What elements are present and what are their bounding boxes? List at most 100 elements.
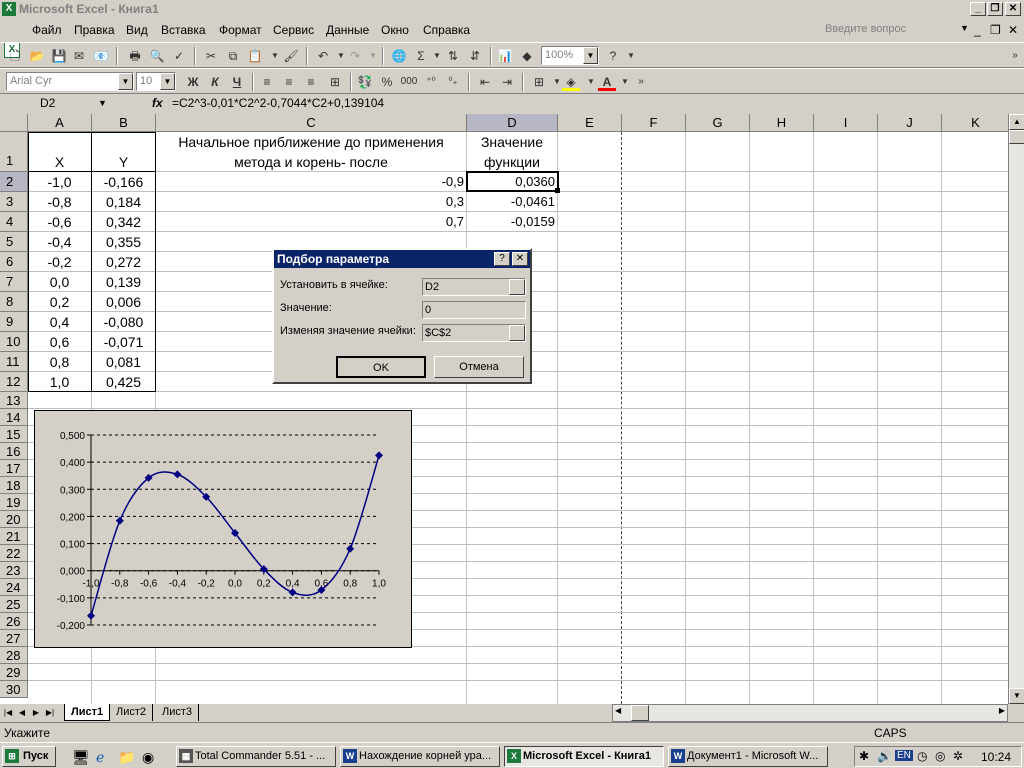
- ok-button[interactable]: OK: [336, 356, 426, 378]
- active-cell-d2[interactable]: [466, 171, 559, 192]
- doc-minimize-icon[interactable]: _: [974, 23, 981, 37]
- d-value[interactable]: -0,0159: [467, 212, 555, 232]
- help-icon[interactable]: ?: [604, 47, 622, 65]
- last-sheet-icon[interactable]: ▶|: [44, 706, 56, 720]
- media-icon[interactable]: ◉: [142, 749, 154, 766]
- scroll-thumb[interactable]: [1009, 130, 1024, 144]
- col-header-c[interactable]: C: [156, 114, 467, 132]
- task-word-doc1[interactable]: W Документ1 - Microsoft W...: [668, 746, 828, 767]
- bold-button[interactable]: Ж: [184, 73, 202, 91]
- help-question-input[interactable]: Введите вопрос: [825, 23, 906, 35]
- x-value[interactable]: 0,8: [28, 352, 91, 372]
- header-d[interactable]: Значение функции: [467, 132, 557, 172]
- c-value[interactable]: -0,9: [156, 172, 464, 192]
- y-value[interactable]: 0,342: [92, 212, 155, 232]
- undo-icon[interactable]: ↶: [314, 47, 332, 65]
- col-header-k[interactable]: K: [942, 114, 1010, 132]
- menu-window[interactable]: Окно: [381, 23, 409, 37]
- h-scroll-thumb[interactable]: [631, 705, 649, 721]
- d-value[interactable]: -0,0461: [467, 192, 555, 212]
- currency-icon[interactable]: 💱: [356, 73, 374, 91]
- row-header-5[interactable]: 5: [0, 232, 28, 252]
- align-right-icon[interactable]: ≡: [302, 73, 320, 91]
- menu-file[interactable]: Файл: [32, 23, 62, 37]
- menu-help[interactable]: Справка: [423, 23, 470, 37]
- x-value[interactable]: 0,6: [28, 332, 91, 352]
- dialog-close-icon[interactable]: ✕: [512, 252, 528, 266]
- row-header-14[interactable]: 14: [0, 409, 28, 426]
- y-value[interactable]: 0,425: [92, 372, 155, 392]
- close-icon[interactable]: ✕: [1005, 2, 1021, 16]
- language-indicator[interactable]: EN: [895, 750, 913, 761]
- row-header-4[interactable]: 4: [0, 212, 28, 232]
- y-value[interactable]: 0,355: [92, 232, 155, 252]
- header-x[interactable]: X: [28, 152, 91, 172]
- tray-bug-icon[interactable]: ✱: [859, 749, 869, 763]
- underline-button[interactable]: Ч: [228, 73, 246, 91]
- restore-icon[interactable]: ❐: [987, 2, 1003, 16]
- y-value[interactable]: -0,080: [92, 312, 155, 332]
- task-total-commander[interactable]: ▦ Total Commander 5.51 - ...: [176, 746, 336, 767]
- borders-icon[interactable]: ⊞: [530, 73, 548, 91]
- y-value[interactable]: -0,166: [92, 172, 155, 192]
- row-header-30[interactable]: 30: [0, 681, 28, 698]
- open-icon[interactable]: 📂: [28, 47, 46, 65]
- italic-button[interactable]: К: [206, 73, 224, 91]
- doc-close-icon[interactable]: ✕: [1008, 23, 1018, 37]
- sort-descending-icon[interactable]: ⇵: [466, 47, 484, 65]
- y-value[interactable]: 0,139: [92, 272, 155, 292]
- row-header-7[interactable]: 7: [0, 272, 28, 292]
- first-sheet-icon[interactable]: |◀: [2, 706, 14, 720]
- col-header-h[interactable]: H: [750, 114, 814, 132]
- changing-cell-input[interactable]: $C$2: [422, 324, 526, 342]
- font-size-dropdown-icon[interactable]: ▼: [160, 73, 175, 90]
- format-painter-icon[interactable]: 🖌: [282, 47, 300, 65]
- y-value[interactable]: 0,272: [92, 252, 155, 272]
- prev-sheet-icon[interactable]: ◀: [16, 706, 28, 720]
- minimize-icon[interactable]: _: [970, 2, 986, 16]
- changing-cell-ref-icon[interactable]: [509, 325, 525, 341]
- fill-handle[interactable]: [555, 188, 560, 193]
- set-cell-input[interactable]: D2: [422, 278, 526, 296]
- row-header-2[interactable]: 2: [0, 172, 28, 192]
- drawing-icon[interactable]: ◆: [518, 47, 536, 65]
- task-word-roots[interactable]: W Нахождение корней ура...: [340, 746, 500, 767]
- col-header-j[interactable]: J: [878, 114, 942, 132]
- sheet-tab-2[interactable]: Лист2: [110, 704, 154, 721]
- y-value[interactable]: 0,081: [92, 352, 155, 372]
- redo-icon[interactable]: ↷: [346, 47, 364, 65]
- percent-button[interactable]: %: [378, 73, 396, 91]
- sheet-tab-3[interactable]: Лист3: [156, 704, 200, 721]
- x-value[interactable]: 0,4: [28, 312, 91, 332]
- row-header-6[interactable]: 6: [0, 252, 28, 272]
- set-cell-ref-icon[interactable]: [509, 279, 525, 295]
- x-value[interactable]: -0,2: [28, 252, 91, 272]
- formula-input[interactable]: =C2^3-0,01*C2^2-0,7044*C2+0,139104: [172, 96, 384, 110]
- col-header-a[interactable]: A: [28, 114, 92, 132]
- merge-center-icon[interactable]: ⊞: [326, 73, 344, 91]
- font-select[interactable]: Arial Cyr ▼: [6, 72, 134, 91]
- row-header-17[interactable]: 17: [0, 460, 28, 477]
- zoom-select[interactable]: 100% ▼: [541, 46, 599, 65]
- hyperlink-icon[interactable]: 🌐: [390, 47, 408, 65]
- thousands-button[interactable]: 000: [400, 73, 418, 91]
- font-dropdown-icon[interactable]: ▼: [118, 73, 133, 90]
- menu-format[interactable]: Формат: [219, 23, 262, 37]
- folder-icon[interactable]: 📁: [118, 749, 135, 766]
- name-box-dropdown-icon[interactable]: ▼: [98, 95, 107, 112]
- decrease-decimal-icon[interactable]: ⁰₊: [444, 73, 462, 91]
- task-excel[interactable]: X Microsoft Excel - Книга1: [504, 746, 664, 767]
- start-button[interactable]: ⊞ Пуск: [2, 746, 56, 767]
- help-dropdown-icon[interactable]: ▼: [622, 47, 640, 65]
- x-value[interactable]: 0,0: [28, 272, 91, 292]
- scroll-up-icon[interactable]: ▲: [1009, 114, 1024, 130]
- c-value[interactable]: 0,7: [156, 212, 464, 232]
- chart-area[interactable]: 0,500 0,400 0,300 0,200 0,100 0,000 -0,100 -0,2…: [34, 410, 412, 648]
- select-all-corner[interactable]: [0, 114, 28, 132]
- row-header-20[interactable]: 20: [0, 511, 28, 528]
- row-header-11[interactable]: 11: [0, 352, 28, 372]
- help-dropdown-icon[interactable]: ▼: [960, 23, 969, 33]
- doc-restore-icon[interactable]: ❐: [990, 23, 1001, 37]
- x-value[interactable]: -1,0: [28, 172, 91, 192]
- sort-ascending-icon[interactable]: ⇅: [444, 47, 462, 65]
